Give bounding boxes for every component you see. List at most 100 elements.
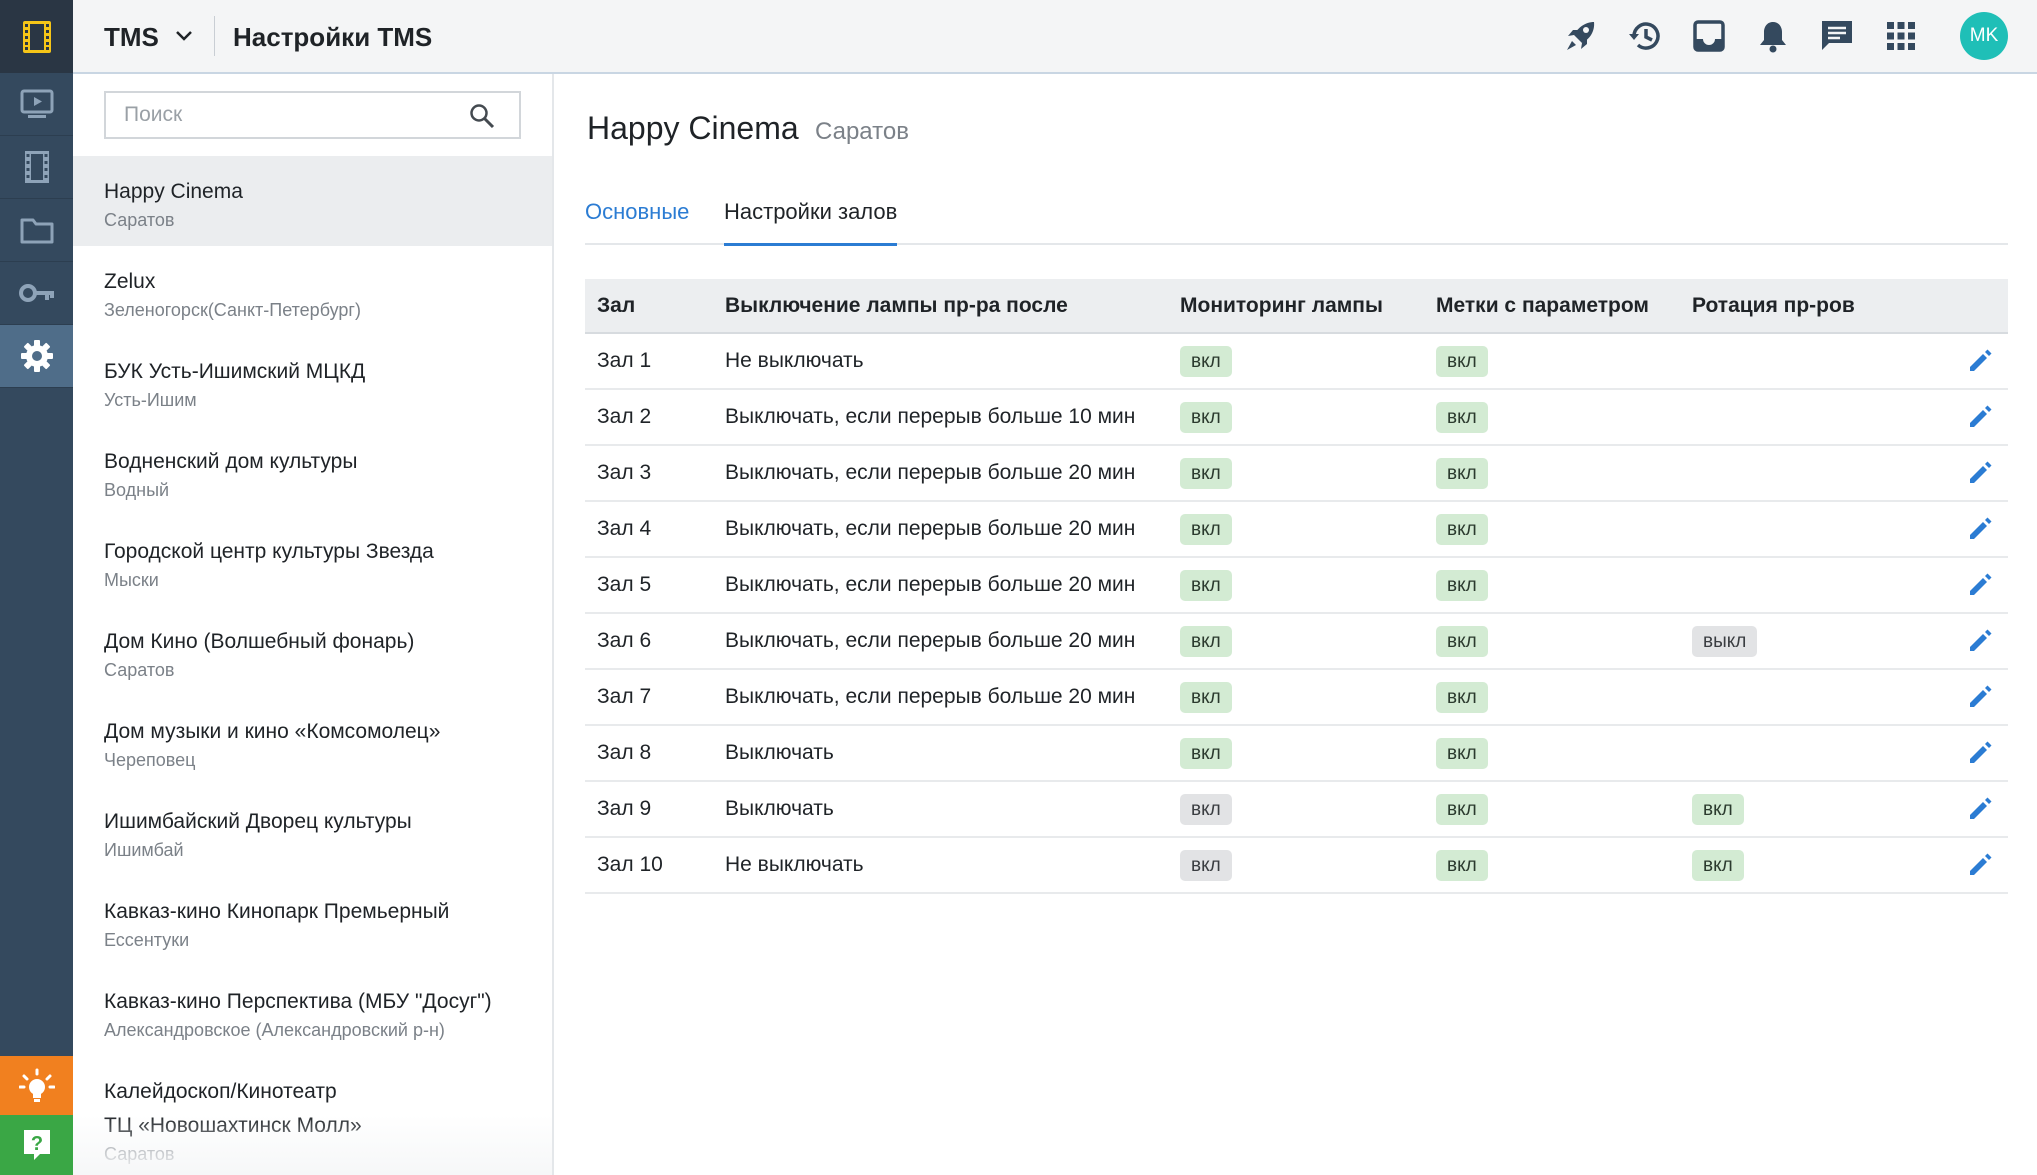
- cinema-name: Кавказ-кино Кинопарк Премьерный: [104, 900, 450, 923]
- table-row[interactable]: Зал 9 Выключать вкл вкл вкл: [585, 781, 2008, 838]
- rail-item-films[interactable]: [0, 136, 73, 199]
- table-row[interactable]: Зал 5 Выключать, если перерыв больше 20 м…: [585, 557, 2008, 614]
- lamp-monitoring-cell: вкл: [1168, 781, 1424, 838]
- cinema-list: Happy Cinema Саратов Zelux Зеленогорск(С…: [73, 156, 552, 1175]
- cinema-list-item[interactable]: Водненский дом культуры Водный: [73, 426, 552, 516]
- gear-icon: [20, 340, 53, 372]
- cinema-title: Happy Cinema: [587, 110, 799, 146]
- rail-help-button[interactable]: ?: [0, 1115, 73, 1175]
- top-bar: TMS Настройки TMS MK: [73, 0, 2037, 74]
- inbox-button[interactable]: [1690, 17, 1728, 55]
- app-logo[interactable]: [0, 0, 73, 73]
- column-header-marks[interactable]: Метки с параметром: [1424, 279, 1680, 334]
- edit-pencil-icon[interactable]: [1966, 795, 1994, 823]
- rail-item-settings[interactable]: [0, 325, 73, 388]
- lamp-monitoring-cell: вкл: [1168, 669, 1424, 726]
- marks-cell: вкл: [1424, 333, 1680, 390]
- lamp-off-setting: Выключать: [713, 781, 1168, 838]
- hall-name: Зал 5: [585, 557, 713, 614]
- status-badge: вкл: [1180, 345, 1232, 377]
- rocket-icon: [1567, 22, 1595, 50]
- search-box: [104, 91, 521, 139]
- column-header-hall[interactable]: Зал: [585, 279, 713, 334]
- marks-cell: вкл: [1424, 837, 1680, 894]
- apps-button[interactable]: [1882, 17, 1920, 55]
- edit-pencil-icon[interactable]: [1966, 739, 1994, 767]
- edit-pencil-icon[interactable]: [1966, 403, 1994, 431]
- status-badge: вкл: [1436, 681, 1488, 713]
- chevron-down-icon[interactable]: [173, 24, 195, 46]
- hall-name: Зал 6: [585, 613, 713, 670]
- status-badge: вкл: [1692, 793, 1744, 825]
- column-header-rotation[interactable]: Ротация пр-ров: [1680, 279, 1936, 334]
- avatar[interactable]: MK: [1960, 12, 2008, 60]
- table-row[interactable]: Зал 8 Выключать вкл вкл: [585, 725, 2008, 782]
- notifications-button[interactable]: [1754, 17, 1792, 55]
- tab-hall-settings[interactable]: Настройки залов: [724, 195, 898, 246]
- edit-pencil-icon[interactable]: [1966, 459, 1994, 487]
- rail-item-folders[interactable]: [0, 199, 73, 262]
- table-row[interactable]: Зал 3 Выключать, если перерыв больше 20 м…: [585, 445, 2008, 502]
- bell-icon: [1760, 22, 1786, 53]
- actions-cell: [1936, 725, 2008, 782]
- table-row[interactable]: Зал 2 Выключать, если перерыв больше 10 м…: [585, 389, 2008, 446]
- table-row[interactable]: Зал 6 Выключать, если перерыв больше 20 м…: [585, 613, 2008, 670]
- lamp-monitoring-cell: вкл: [1168, 333, 1424, 390]
- edit-pencil-icon[interactable]: [1966, 627, 1994, 655]
- hall-name: Зал 10: [585, 837, 713, 894]
- lamp-monitoring-cell: вкл: [1168, 725, 1424, 782]
- rocket-button[interactable]: [1562, 17, 1600, 55]
- edit-pencil-icon[interactable]: [1966, 851, 1994, 879]
- cinema-subtitle: Саратов: [815, 118, 909, 145]
- table-row[interactable]: Зал 10 Не выключать вкл вкл вкл: [585, 837, 2008, 894]
- edit-pencil-icon[interactable]: [1966, 347, 1994, 375]
- table-row[interactable]: Зал 7 Выключать, если перерыв больше 20 м…: [585, 669, 2008, 726]
- marks-cell: вкл: [1424, 725, 1680, 782]
- cinema-list-item[interactable]: Zelux Зеленогорск(Санкт-Петербург): [73, 246, 552, 336]
- app-switcher-label[interactable]: TMS: [104, 22, 159, 53]
- cinema-list-item[interactable]: Городской центр культуры Звезда Мыски: [73, 516, 552, 606]
- cinema-list-item[interactable]: Ишимбайский Дворец культуры Ишимбай: [73, 786, 552, 876]
- status-badge: вкл: [1436, 513, 1488, 545]
- rail-item-player[interactable]: [0, 73, 73, 136]
- column-header-lamp-monitoring[interactable]: Мониторинг лампы: [1168, 279, 1424, 334]
- column-header-lamp-off[interactable]: Выключение лампы пр-ра после: [713, 279, 1168, 334]
- actions-cell: [1936, 669, 2008, 726]
- rotation-cell: [1680, 557, 1936, 614]
- search-input[interactable]: [106, 93, 466, 137]
- edit-pencil-icon[interactable]: [1966, 515, 1994, 543]
- hall-name: Зал 4: [585, 501, 713, 558]
- status-badge: вкл: [1436, 625, 1488, 657]
- cinema-list-item[interactable]: Калейдоскоп/Кинотеатр ТЦ «Новошахтинск М…: [73, 1056, 552, 1175]
- hall-name: Зал 8: [585, 725, 713, 782]
- status-badge: вкл: [1180, 737, 1232, 769]
- messages-button[interactable]: [1818, 17, 1856, 55]
- table-row[interactable]: Зал 1 Не выключать вкл вкл: [585, 333, 2008, 390]
- cinema-list-item[interactable]: Дом музыки и кино «Комсомолец» Череповец: [73, 696, 552, 786]
- edit-pencil-icon[interactable]: [1966, 683, 1994, 711]
- rotation-cell: [1680, 501, 1936, 558]
- tab-general[interactable]: Основные: [585, 195, 689, 245]
- hall-name: Зал 7: [585, 669, 713, 726]
- player-icon: [20, 89, 53, 118]
- table-row[interactable]: Зал 4 Выключать, если перерыв больше 20 м…: [585, 501, 2008, 558]
- cinema-list-item[interactable]: Кавказ-кино Кинопарк Премьерный Ессентук…: [73, 876, 552, 966]
- cinema-city: Саратов: [104, 1144, 175, 1164]
- lamp-off-setting: Выключать, если перерыв больше 20 мин: [713, 613, 1168, 670]
- rotation-cell: вкл: [1680, 781, 1936, 838]
- edit-pencil-icon[interactable]: [1966, 571, 1994, 599]
- cinema-list-item[interactable]: Happy Cinema Саратов: [73, 156, 552, 246]
- cinema-name: Калейдоскоп/Кинотеатр ТЦ «Новошахтинск М…: [104, 1080, 362, 1137]
- cinema-name: Zelux: [104, 270, 156, 293]
- cinema-list-item[interactable]: Дом Кино (Волшебный фонарь) Саратов: [73, 606, 552, 696]
- cinema-list-item[interactable]: Кавказ-кино Перспектива (МБУ "Досуг") Ал…: [73, 966, 552, 1056]
- marks-cell: вкл: [1424, 557, 1680, 614]
- rail-item-keys[interactable]: [0, 262, 73, 325]
- rail-ideas-button[interactable]: [0, 1056, 73, 1115]
- history-button[interactable]: [1626, 17, 1664, 55]
- cinema-list-item[interactable]: БУК Усть-Ишимский МЦКД Усть-Ишим: [73, 336, 552, 426]
- lamp-off-setting: Не выключать: [713, 837, 1168, 894]
- lamp-off-setting: Не выключать: [713, 333, 1168, 390]
- status-badge: вкл: [1436, 569, 1488, 601]
- search-icon[interactable]: [469, 103, 495, 129]
